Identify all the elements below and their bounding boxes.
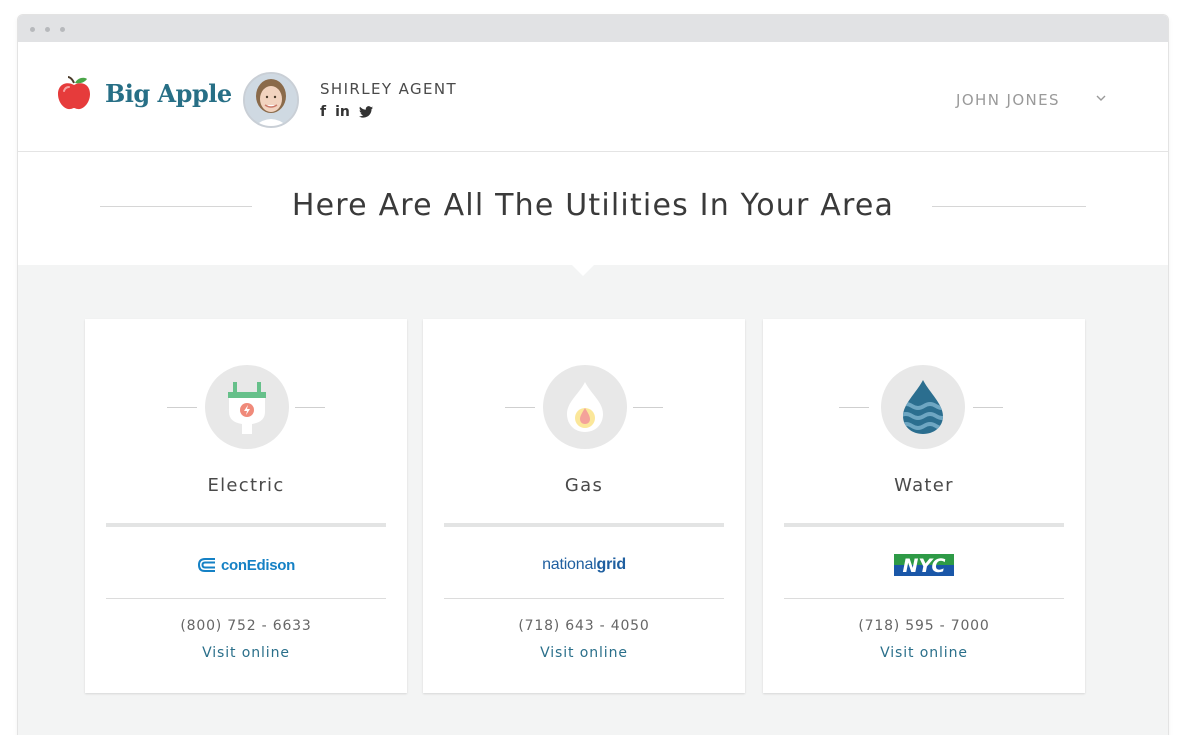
facebook-icon[interactable]: f xyxy=(320,104,326,120)
card-divider xyxy=(444,598,724,599)
utility-card-water: Water NYC (718) 595 - 7000 Visit online xyxy=(763,319,1085,693)
provider-name: NYC xyxy=(903,555,946,576)
window-dot[interactable] xyxy=(30,27,35,32)
icon-badge xyxy=(881,365,965,449)
user-menu-name[interactable]: JOHN JONES xyxy=(956,91,1060,109)
visit-online-link[interactable]: Visit online xyxy=(85,645,407,661)
provider-name-part: national xyxy=(542,556,597,573)
provider-name: conEdison xyxy=(221,556,295,574)
provider-logo-nyc[interactable]: NYC xyxy=(763,551,1085,579)
provider-name-part: grid xyxy=(596,556,627,573)
flame-icon xyxy=(567,382,603,432)
title-section: Here Are All The Utilities In Your Area xyxy=(18,152,1168,265)
agent-social-links: f in xyxy=(320,104,373,120)
provider-phone[interactable]: (718) 595 - 7000 xyxy=(763,618,1085,634)
water-drop-icon xyxy=(903,380,943,434)
card-divider xyxy=(784,598,1064,599)
brand-name[interactable]: Big Apple xyxy=(105,79,232,108)
title-divider-right xyxy=(932,206,1086,207)
card-divider xyxy=(444,523,724,527)
agent-name: SHIRLEY AGENT xyxy=(320,80,458,98)
provider-phone[interactable]: (800) 752 - 6633 xyxy=(85,618,407,634)
site-header: Big Apple SHIRLEY AGENT f in JOHN JONES xyxy=(18,42,1168,152)
card-divider xyxy=(784,523,1064,527)
chevron-down-icon[interactable] xyxy=(1095,92,1107,104)
utilities-section: Electric conEdison (800) 752 - 6633 Visi… xyxy=(18,265,1168,735)
browser-window: Big Apple SHIRLEY AGENT f in JOHN JONES xyxy=(18,15,1168,735)
nyc-logo-icon: NYC xyxy=(894,554,954,576)
icon-divider xyxy=(839,407,869,408)
utility-card-gas: Gas nationalgrid (718) 643 - 4050 Visit … xyxy=(423,319,745,693)
icon-badge xyxy=(205,365,289,449)
utility-card-electric: Electric conEdison (800) 752 - 6633 Visi… xyxy=(85,319,407,693)
provider-phone[interactable]: (718) 643 - 4050 xyxy=(423,618,745,634)
window-dot[interactable] xyxy=(60,27,65,32)
linkedin-icon[interactable]: in xyxy=(335,104,350,120)
icon-badge xyxy=(543,365,627,449)
apple-logo-icon[interactable] xyxy=(55,74,93,112)
icon-divider xyxy=(633,407,663,408)
utility-category: Electric xyxy=(207,475,285,496)
icon-divider xyxy=(973,407,1003,408)
provider-logo-nationalgrid[interactable]: nationalgrid xyxy=(423,551,745,579)
icon-divider xyxy=(505,407,535,408)
visit-online-link[interactable]: Visit online xyxy=(763,645,1085,661)
window-titlebar xyxy=(18,15,1168,42)
icon-divider xyxy=(295,407,325,408)
icon-divider xyxy=(167,407,197,408)
utility-category: Gas xyxy=(564,475,604,496)
section-pointer xyxy=(572,265,594,276)
twitter-icon[interactable] xyxy=(358,106,373,118)
card-divider xyxy=(106,598,386,599)
window-dot[interactable] xyxy=(45,27,50,32)
provider-logo-coned[interactable]: conEdison xyxy=(85,551,407,579)
plug-icon xyxy=(228,382,266,434)
coned-mark-icon xyxy=(197,558,215,572)
agent-avatar[interactable] xyxy=(243,72,299,128)
utility-category: Water xyxy=(894,475,954,496)
visit-online-link[interactable]: Visit online xyxy=(423,645,745,661)
card-divider xyxy=(106,523,386,527)
